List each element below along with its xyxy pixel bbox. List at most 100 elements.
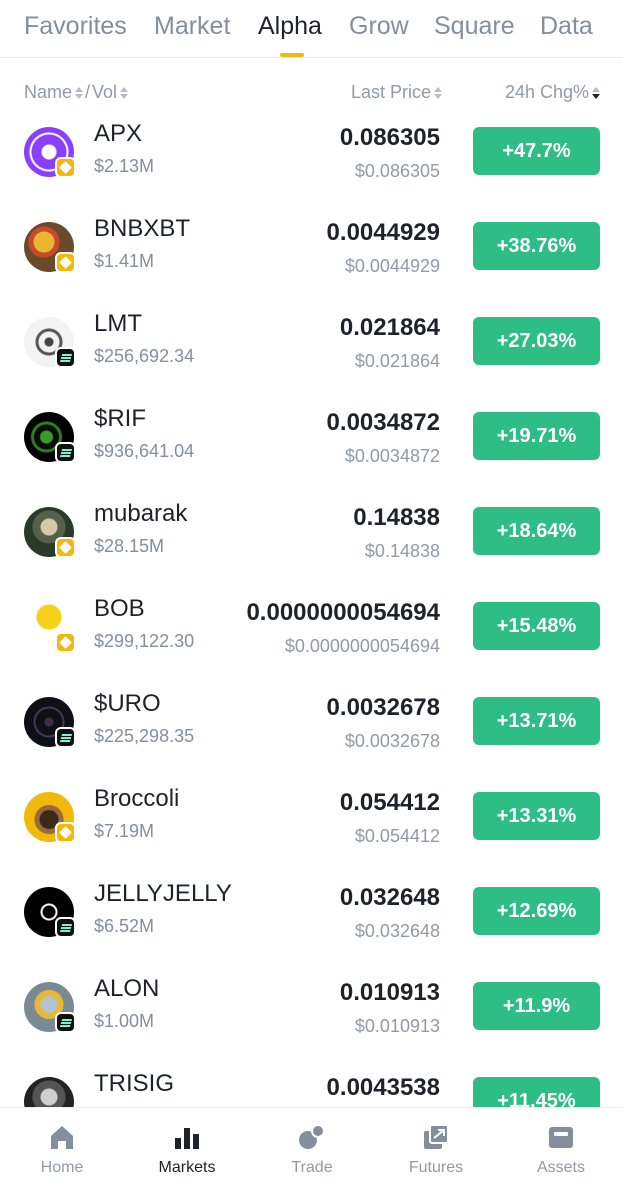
column-header-name-vol[interactable]: Name / Vol [24, 82, 129, 103]
token-symbol: BOB [94, 595, 145, 622]
last-price: 0.0044929 [326, 219, 440, 246]
token-row-mubarak[interactable]: mubarak $28.15M 0.14838 $0.14838 +18.64% [0, 492, 623, 587]
tab-square[interactable]: Square [434, 12, 515, 41]
usd-price: $0.14838 [364, 541, 440, 561]
usd-price: $0.086305 [354, 161, 440, 181]
tab-grow[interactable]: Grow [349, 12, 409, 41]
tab-data[interactable]: Data [540, 12, 593, 41]
token-volume: $299,122.30 [94, 631, 195, 651]
home-icon [51, 1126, 73, 1149]
token-symbol: $RIF [94, 405, 147, 432]
usd-price: $0.054412 [354, 826, 440, 846]
token-symbol: LMT [94, 310, 142, 337]
usd-price: $0.032648 [354, 921, 440, 941]
token-volume: $1.00M [94, 1011, 155, 1031]
last-price: 0.0032678 [326, 694, 440, 721]
futures-icon [424, 1124, 449, 1149]
token-symbol: ALON [94, 975, 160, 1002]
bnb-chain-badge-icon [55, 252, 76, 273]
token-volume: $28.15M [94, 536, 165, 556]
change-badge[interactable]: +47.7% [473, 127, 600, 175]
last-price: 0.14838 [353, 504, 440, 531]
tab-alpha[interactable]: Alpha [258, 12, 322, 41]
change-badge[interactable]: +18.64% [473, 507, 600, 555]
nav-trade[interactable]: Trade [257, 1122, 367, 1177]
token-row-uro[interactable]: $URO $225,298.35 0.0032678 $0.0032678 +1… [0, 682, 623, 777]
change-badge[interactable]: +11.45% [473, 1077, 600, 1107]
change-badge[interactable]: +13.71% [473, 697, 600, 745]
usd-price: $0.010913 [354, 1016, 440, 1036]
last-price: 0.086305 [339, 124, 440, 151]
column-header-last-price[interactable]: Last Price [351, 82, 442, 103]
usd-price: $0.0000000054694 [284, 636, 440, 656]
usd-price: $0.0032678 [344, 731, 440, 751]
solana-chain-badge-icon [55, 727, 76, 748]
change-badge[interactable]: +15.48% [473, 602, 600, 650]
nav-futures[interactable]: Futures [381, 1122, 491, 1177]
token-row-rif[interactable]: $RIF $936,641.04 0.0034872 $0.0034872 +1… [0, 397, 623, 492]
change-badge[interactable]: +19.71% [473, 412, 600, 460]
token-symbol: APX [94, 120, 143, 147]
token-row-lmt[interactable]: LMT $256,692.34 0.021864 $0.021864 +27.0… [0, 302, 623, 397]
bnb-chain-badge-icon [55, 632, 76, 653]
token-symbol: Broccoli [94, 785, 180, 812]
last-price: 0.0034872 [326, 409, 440, 436]
last-price: 0.054412 [339, 789, 440, 816]
solana-chain-badge-icon [55, 917, 76, 938]
bnb-chain-badge-icon [55, 822, 76, 843]
solana-chain-badge-icon [55, 442, 76, 463]
token-row-jellyjelly[interactable]: JELLYJELLY $6.52M 0.032648 $0.032648 +12… [0, 872, 623, 967]
tab-market[interactable]: Market [154, 12, 230, 41]
trisig-logo-icon [24, 1077, 74, 1107]
last-price: 0.0000000054694 [246, 599, 440, 626]
change-badge[interactable]: +38.76% [473, 222, 600, 270]
column-header-24h-change[interactable]: 24h Chg% [505, 82, 600, 103]
nav-markets[interactable]: Markets [132, 1122, 242, 1177]
solana-chain-badge-icon [55, 1012, 76, 1033]
token-list[interactable]: APX $2.13M 0.086305 $0.086305 +47.7% BNB… [0, 112, 623, 1107]
token-volume: $6.52M [94, 916, 155, 936]
bnb-chain-badge-icon [55, 157, 76, 178]
sort-icon [434, 86, 442, 99]
usd-price: $0.0044929 [344, 256, 440, 276]
active-tab-indicator [280, 53, 304, 57]
markets-icon [175, 1128, 199, 1149]
change-badge[interactable]: +11.9% [473, 982, 600, 1030]
token-row-alon[interactable]: ALON $1.00M 0.010913 $0.010913 +11.9% [0, 967, 623, 1062]
solana-chain-badge-icon [55, 347, 76, 368]
token-row-bob[interactable]: BOB $299,122.30 0.0000000054694 $0.00000… [0, 587, 623, 682]
assets-icon [549, 1127, 573, 1148]
change-badge[interactable]: +12.69% [473, 887, 600, 935]
change-badge[interactable]: +27.03% [473, 317, 600, 365]
market-tab-bar: Favorites Market Alpha Grow Square Data [0, 0, 623, 58]
usd-price: $0.021864 [354, 351, 440, 371]
sort-icon [120, 86, 129, 99]
sort-desc-icon [592, 86, 600, 99]
last-price: 0.010913 [339, 979, 440, 1006]
token-row-apx[interactable]: APX $2.13M 0.086305 $0.086305 +47.7% [0, 112, 623, 207]
sort-icon [75, 86, 84, 99]
token-row-trisig[interactable]: TRISIG 0.0043538 +11.45% [0, 1062, 623, 1107]
last-price: 0.0043538 [326, 1074, 440, 1101]
trade-icon [299, 1124, 325, 1149]
bottom-nav: Home Markets Trade Futures Assets [0, 1107, 623, 1200]
usd-price: $0.0034872 [344, 446, 440, 466]
token-volume: $936,641.04 [94, 441, 195, 461]
column-header-vol[interactable]: Vol [92, 82, 117, 103]
token-volume: $2.13M [94, 156, 155, 176]
nav-assets[interactable]: Assets [506, 1122, 616, 1177]
column-header-name[interactable]: Name [24, 82, 72, 103]
token-symbol: mubarak [94, 500, 188, 527]
token-row-bnbxbt[interactable]: BNBXBT $1.41M 0.0044929 $0.0044929 +38.7… [0, 207, 623, 302]
token-volume: $225,298.35 [94, 726, 195, 746]
nav-home[interactable]: Home [7, 1122, 117, 1177]
last-price: 0.032648 [339, 884, 440, 911]
token-symbol: BNBXBT [94, 215, 191, 242]
tab-favorites[interactable]: Favorites [24, 12, 127, 41]
token-volume: $256,692.34 [94, 346, 195, 366]
token-volume: $7.19M [94, 821, 155, 841]
token-row-broccoli[interactable]: Broccoli $7.19M 0.054412 $0.054412 +13.3… [0, 777, 623, 872]
token-symbol: $URO [94, 690, 161, 717]
token-symbol: TRISIG [94, 1070, 175, 1097]
change-badge[interactable]: +13.31% [473, 792, 600, 840]
